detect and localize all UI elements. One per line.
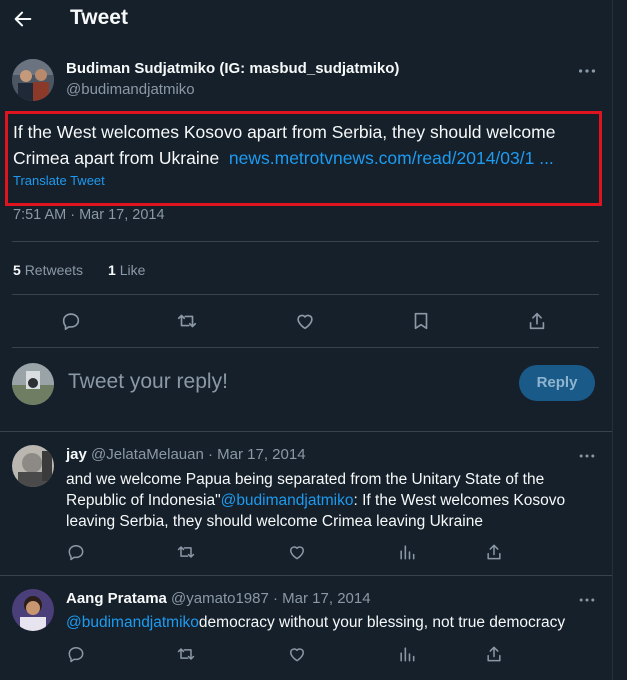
reply-header: Aang Pratama @yamato1987 · Mar 17, 2014 — [66, 590, 371, 607]
retweet-icon — [177, 546, 195, 558]
divider — [0, 431, 627, 432]
like-icon — [290, 648, 304, 662]
views-icon — [400, 545, 415, 560]
reply-icon — [62, 313, 80, 331]
more-icon — [579, 454, 595, 458]
divider — [12, 241, 599, 242]
reply-button-submit[interactable]: Reply — [519, 365, 595, 401]
reply-mention[interactable]: @budimandjatmiko — [221, 492, 354, 509]
reply-author-name[interactable]: jay — [66, 446, 87, 463]
author-handle[interactable]: @budimandjatmiko — [66, 81, 195, 98]
like-stat[interactable]: 1 Like — [108, 262, 145, 278]
share-icon — [487, 646, 501, 662]
reply-icon — [68, 647, 84, 663]
reply-share-button[interactable] — [484, 644, 504, 664]
more-icon — [578, 69, 596, 73]
reply-avatar[interactable] — [12, 589, 54, 631]
tweet-link[interactable]: news.metrotvnews.com/read/2014/03/1 ... — [229, 148, 554, 168]
reply-date[interactable]: · Mar 17, 2014 — [208, 446, 306, 463]
like-icon — [297, 314, 313, 330]
reply-header: jay @JelataMelauan · Mar 17, 2014 — [66, 446, 306, 463]
reply-reply-button[interactable] — [66, 542, 86, 562]
reply-button[interactable] — [60, 310, 82, 332]
like-button[interactable] — [294, 310, 316, 332]
reply-author-handle[interactable]: @JelataMelauan — [91, 446, 204, 463]
bookmark-icon — [414, 312, 428, 330]
reply-text: and we welcome Papua being separated fro… — [66, 469, 596, 532]
divider — [0, 575, 627, 576]
reply-input[interactable]: Tweet your reply! — [68, 370, 228, 394]
back-arrow-icon — [14, 11, 32, 27]
reply-retweet-button[interactable] — [176, 542, 196, 562]
reply-more-button[interactable] — [577, 446, 597, 466]
share-button[interactable] — [526, 310, 548, 332]
reply-more-button[interactable] — [577, 590, 597, 610]
back-button[interactable] — [12, 8, 36, 32]
like-icon — [290, 546, 304, 560]
retweet-icon — [177, 648, 195, 660]
divider — [12, 294, 599, 295]
tweet-timestamp[interactable]: 7:51 AM · Mar 17, 2014 — [13, 207, 165, 223]
share-icon — [487, 544, 501, 560]
reply-icon — [68, 545, 84, 561]
like-label: Like — [119, 262, 146, 278]
reply-retweet-button[interactable] — [176, 644, 196, 664]
page-title: Tweet — [70, 6, 128, 29]
reply-reply-button[interactable] — [66, 644, 86, 664]
author-avatar[interactable] — [12, 59, 54, 101]
retweet-button[interactable] — [176, 310, 198, 332]
retweet-stat[interactable]: 5 Retweets — [13, 262, 83, 278]
retweet-icon — [177, 314, 197, 328]
like-count: 1 — [108, 262, 116, 278]
share-icon — [529, 312, 545, 330]
retweet-count: 5 — [13, 262, 21, 278]
reply-like-button[interactable] — [287, 644, 307, 664]
more-icon — [579, 598, 595, 602]
retweet-label: Retweets — [24, 262, 84, 278]
views-icon — [400, 647, 415, 662]
composer-avatar — [12, 363, 54, 405]
reply-text-rest: democracy without your blessing, not tru… — [198, 614, 566, 631]
tweet-text: If the West welcomes Kosovo apart from S… — [13, 119, 593, 171]
reply-date[interactable]: · Mar 17, 2014 — [273, 590, 371, 607]
scrollbar-track[interactable] — [612, 0, 627, 680]
reply-author-handle[interactable]: @yamato1987 — [171, 590, 269, 607]
author-name[interactable]: Budiman Sudjatmiko (IG: masbud_sudjatmik… — [66, 60, 399, 77]
bookmark-button[interactable] — [410, 310, 432, 332]
reply-mention[interactable]: @budimandjatmiko — [66, 614, 199, 631]
reply-share-button[interactable] — [484, 542, 504, 562]
reply-views-button[interactable] — [397, 542, 417, 562]
reply-like-button[interactable] — [287, 542, 307, 562]
reply-avatar[interactable] — [12, 445, 54, 487]
reply-text: @budimandjatmikodemocracy without your b… — [66, 612, 606, 633]
translate-tweet-link[interactable]: Translate Tweet — [13, 173, 105, 188]
divider — [12, 347, 599, 348]
more-button[interactable] — [576, 60, 598, 82]
reply-author-name[interactable]: Aang Pratama — [66, 590, 167, 607]
reply-views-button[interactable] — [397, 644, 417, 664]
